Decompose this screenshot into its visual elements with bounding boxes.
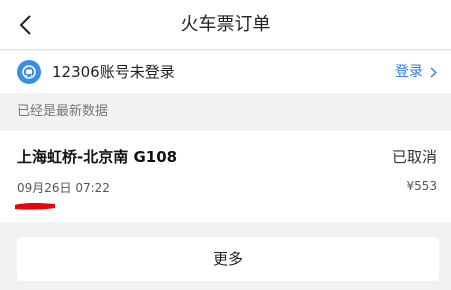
order-date: 09月26日 07:22: [17, 181, 110, 195]
order-route: 上海虹桥-北京南 G108: [17, 148, 178, 166]
chevron-right-icon: [430, 66, 437, 78]
more-button[interactable]: 更多: [17, 237, 439, 281]
login-button[interactable]: 登录: [395, 51, 437, 93]
page-title: 火车票订单: [180, 14, 271, 35]
top-nav-bar: 火车票订单: [0, 0, 451, 50]
more-area: 更多: [0, 222, 451, 290]
order-price: ¥553: [406, 179, 437, 193]
order-card[interactable]: 上海虹桥-北京南 G108 已取消 09月26日 07:22 ¥553: [0, 131, 451, 222]
refresh-status-text: 已经是最新数据: [17, 104, 109, 119]
login-label: 登录: [395, 64, 423, 80]
account-status-text: 12306账号未登录: [52, 63, 175, 81]
railway-logo-icon: [17, 60, 41, 84]
order-status: 已取消: [391, 148, 437, 166]
account-row: 12306账号未登录 登录: [0, 51, 451, 93]
refresh-status-row: 已经是最新数据: [0, 93, 451, 131]
redaction-mark: [15, 203, 55, 210]
